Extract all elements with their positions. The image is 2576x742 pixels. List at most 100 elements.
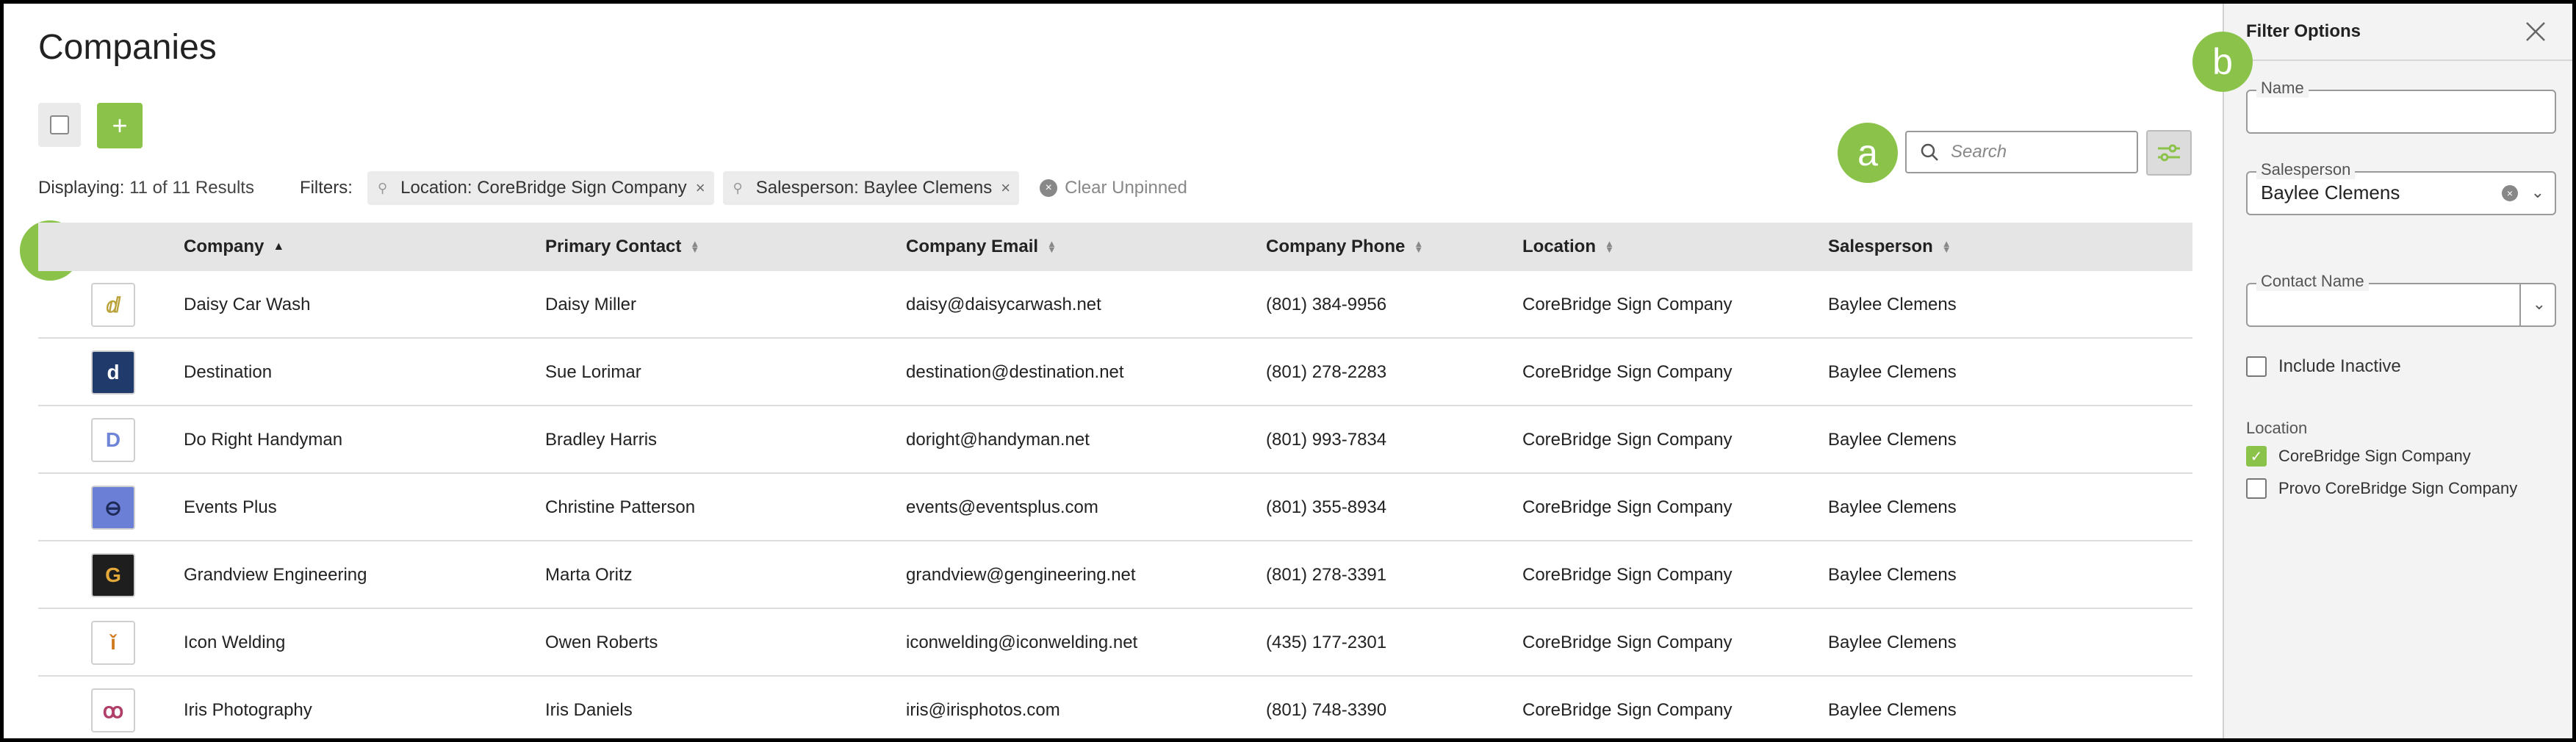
- checkbox-box[interactable]: [2246, 356, 2267, 377]
- sort-icon: ▲ ▼: [1605, 238, 1614, 255]
- cell-location: CoreBridge Sign Company: [1522, 565, 1733, 585]
- cell-location: CoreBridge Sign Company: [1522, 295, 1733, 314]
- checkbox-checked[interactable]: ✓: [2246, 446, 2267, 467]
- include-inactive-label: Include Inactive: [2278, 356, 2401, 376]
- salesperson-select[interactable]: Salesperson Baylee Clemens × ⌄: [2246, 160, 2556, 215]
- displaying-prefix: Displaying:: [38, 178, 125, 198]
- location-option-label: Provo CoreBridge Sign Company: [2278, 479, 2518, 497]
- location-option-provo[interactable]: Provo CoreBridge Sign Company: [2246, 478, 2517, 499]
- cell-contact: Marta Oritz: [545, 565, 633, 585]
- callout-b: b: [2192, 32, 2253, 92]
- company-logo: G: [91, 553, 135, 597]
- column-header-company[interactable]: Company ▲: [184, 223, 284, 271]
- remove-chip-icon[interactable]: ×: [696, 179, 705, 198]
- sort-icon: ▲ ▼: [1047, 238, 1057, 255]
- cell-salesperson: Baylee Clemens: [1828, 295, 1957, 314]
- cell-company[interactable]: Iris Photography: [184, 677, 312, 742]
- pin-icon[interactable]: ⚲: [378, 181, 387, 196]
- cell-contact: Daisy Miller: [545, 295, 637, 314]
- table-row[interactable]: ꝏ Iris Photography Iris Daniels iris@irisph…: [38, 677, 2192, 742]
- company-logo: ꝏ: [91, 688, 135, 732]
- chevron-down-icon[interactable]: ⌄: [2531, 183, 2544, 202]
- filter-chip-salesperson[interactable]: ⚲ Salesperson: Baylee Clemens ×: [722, 171, 1020, 205]
- callout-a: a: [1838, 123, 1898, 183]
- name-field[interactable]: Name: [2246, 79, 2556, 134]
- cell-contact: Bradley Harris: [545, 430, 658, 450]
- filter-options-panel: Filter Options Name Salesperson Baylee C…: [2192, 4, 2572, 738]
- table-header: Company ▲ Primary Contact ▲ ▼ Company Email…: [38, 223, 2192, 271]
- cell-phone: (801) 384-9956: [1266, 295, 1387, 314]
- checkbox-box[interactable]: [2246, 478, 2267, 499]
- close-icon[interactable]: [2521, 17, 2550, 46]
- contact-name-field[interactable]: Contact Name ⌄: [2246, 272, 2556, 327]
- column-header-phone[interactable]: Company Phone ▲ ▼: [1266, 223, 1423, 271]
- cell-location: CoreBridge Sign Company: [1522, 700, 1733, 720]
- add-company-button[interactable]: +: [97, 103, 143, 148]
- column-header-contact[interactable]: Primary Contact ▲ ▼: [545, 223, 699, 271]
- cell-company[interactable]: Destination: [184, 339, 272, 406]
- contact-name-label: Contact Name: [2256, 272, 2369, 291]
- page-title: Companies: [38, 28, 217, 67]
- company-logo: D: [91, 418, 135, 462]
- cell-email: doright@handyman.net: [906, 430, 1090, 450]
- table-row[interactable]: G Grandview Engineering Marta Oritz grandvi…: [38, 541, 2192, 609]
- salesperson-value: Baylee Clemens: [2261, 181, 2400, 203]
- clear-circle-icon: ×: [1040, 179, 1058, 197]
- cell-salesperson: Baylee Clemens: [1828, 430, 1957, 450]
- clear-unpinned-button[interactable]: × Clear Unpinned: [1040, 178, 1187, 198]
- table-row[interactable]: ⊖ Events Plus Christine Patterson events@ev…: [38, 474, 2192, 541]
- include-inactive-checkbox[interactable]: Include Inactive: [2246, 356, 2401, 377]
- cell-company[interactable]: Events Plus: [184, 474, 277, 541]
- table-row[interactable]: ⅆ Daisy Car Wash Daisy Miller daisy@daisyca…: [38, 271, 2192, 339]
- table-row[interactable]: ǐ Icon Welding Owen Roberts iconwelding@ico…: [38, 609, 2192, 677]
- cell-salesperson: Baylee Clemens: [1828, 362, 1957, 382]
- company-logo: d: [91, 350, 135, 395]
- search-placeholder: Search: [1951, 142, 2007, 162]
- panel-header: Filter Options: [2224, 4, 2572, 61]
- location-option-label: CoreBridge Sign Company: [2278, 447, 2471, 465]
- cell-location: CoreBridge Sign Company: [1522, 430, 1733, 450]
- cell-email: iris@irisphotos.com: [906, 700, 1060, 720]
- location-option-corebridge[interactable]: ✓ CoreBridge Sign Company: [2246, 446, 2471, 467]
- cell-location: CoreBridge Sign Company: [1522, 497, 1733, 517]
- cell-company[interactable]: Grandview Engineering: [184, 541, 367, 609]
- main-area: Companies + Displaying: 11 of 11 Results…: [4, 4, 2223, 738]
- column-header-email[interactable]: Company Email ▲ ▼: [906, 223, 1057, 271]
- filter-chip-location[interactable]: ⚲ Location: CoreBridge Sign Company ×: [367, 171, 714, 205]
- search-input[interactable]: Search: [1905, 131, 2138, 173]
- clear-selection-icon[interactable]: ×: [2502, 185, 2518, 201]
- cell-contact: Sue Lorimar: [545, 362, 641, 382]
- sort-ascending-icon: ▲: [273, 240, 285, 253]
- sort-icon: ▲ ▼: [1941, 238, 1951, 255]
- remove-chip-icon[interactable]: ×: [1001, 179, 1010, 198]
- table-row[interactable]: D Do Right Handyman Bradley Harris doright@…: [38, 406, 2192, 474]
- filters-label: Filters:: [299, 178, 353, 198]
- column-header-location[interactable]: Location ▲ ▼: [1522, 223, 1614, 271]
- pin-icon[interactable]: ⚲: [733, 181, 743, 196]
- cell-salesperson: Baylee Clemens: [1828, 497, 1957, 517]
- cell-company[interactable]: Daisy Car Wash: [184, 271, 310, 339]
- cell-phone: (801) 278-3391: [1266, 565, 1387, 585]
- cell-email: events@eventsplus.com: [906, 497, 1098, 517]
- column-header-salesperson[interactable]: Salesperson ▲ ▼: [1828, 223, 1951, 271]
- search-icon: [1921, 143, 1938, 161]
- sort-icon: ▲ ▼: [690, 238, 700, 255]
- cell-salesperson: Baylee Clemens: [1828, 700, 1957, 720]
- cell-company[interactable]: Do Right Handyman: [184, 406, 342, 474]
- panel-title: Filter Options: [2246, 21, 2361, 41]
- chevron-down-icon[interactable]: ⌄: [2533, 295, 2546, 314]
- filter-sliders-icon: [2158, 144, 2180, 162]
- cell-contact: Owen Roberts: [545, 633, 658, 652]
- results-count: 11 of 11 Results: [129, 178, 254, 198]
- cell-company[interactable]: Icon Welding: [184, 609, 285, 677]
- salesperson-label: Salesperson: [2256, 160, 2356, 179]
- dropdown-divider: [2519, 284, 2521, 325]
- table-row[interactable]: d Destination Sue Lorimar destination@desti…: [38, 339, 2192, 406]
- company-logo: ⊖: [91, 486, 135, 530]
- name-field-label: Name: [2256, 79, 2309, 98]
- company-logo: ⅆ: [91, 283, 135, 327]
- cell-salesperson: Baylee Clemens: [1828, 633, 1957, 652]
- filter-options-button[interactable]: [2146, 130, 2192, 176]
- cell-email: grandview@gengineering.net: [906, 565, 1136, 585]
- select-all-checkbox[interactable]: [38, 103, 81, 147]
